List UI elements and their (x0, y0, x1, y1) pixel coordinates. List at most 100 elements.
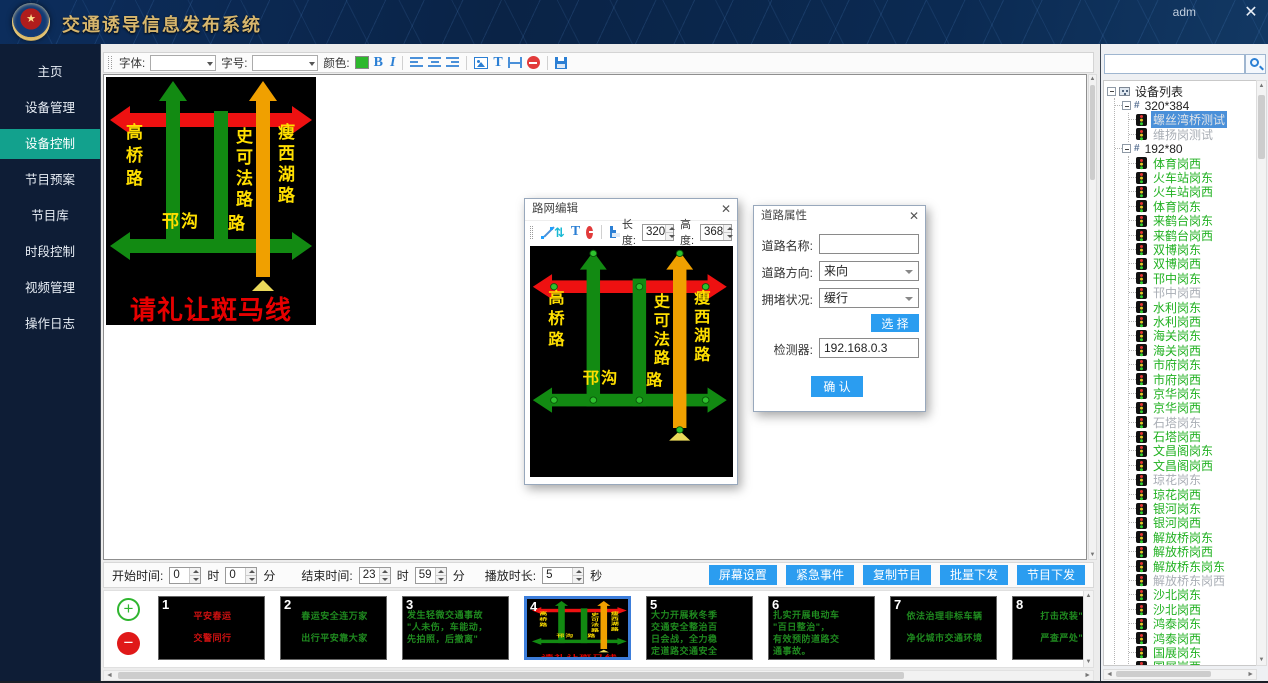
action-button-2[interactable]: 复制节目 (863, 565, 931, 585)
spin-down-icon[interactable] (380, 576, 390, 583)
program-thumbnail-4[interactable]: 4高桥路史可法路瘦西湖路邗沟路请礼让斑马线 (524, 596, 631, 660)
spin-down-icon[interactable] (573, 576, 583, 583)
close-icon[interactable]: ✕ (909, 206, 919, 227)
device-item-0-1[interactable]: 维扬岗测试 (1129, 127, 1256, 141)
save-icon[interactable] (555, 57, 567, 69)
spin-up-icon[interactable] (380, 568, 390, 576)
confirm-button[interactable]: 确 认 (811, 376, 863, 397)
program-thumbnail-1[interactable]: 1平安春运交警同行 (158, 596, 265, 660)
spin-up-icon[interactable] (666, 225, 673, 233)
bold-button[interactable]: B (374, 55, 383, 71)
start-hour-spinner[interactable]: 0 (169, 567, 201, 584)
dialog-titlebar[interactable]: 路网编辑 ✕ (525, 199, 737, 220)
action-button-3[interactable]: 批量下发 (940, 565, 1008, 585)
spin-up-icon[interactable] (573, 568, 583, 576)
road-network-canvas[interactable]: 高桥路史可法路瘦西湖路邗沟路 (530, 246, 733, 477)
scrollbar-thumb[interactable] (1116, 671, 1211, 677)
remove-program-button[interactable]: − (117, 632, 140, 655)
thumbnails-horizontal-scrollbar[interactable]: ◄ ► (103, 670, 1094, 681)
spinner-arrows[interactable] (245, 568, 256, 583)
action-button-4[interactable]: 节目下发 (1017, 565, 1085, 585)
spin-down-icon[interactable] (190, 576, 200, 583)
sidebar-item-6[interactable]: 视频管理 (0, 273, 100, 303)
stop-icon[interactable] (527, 56, 540, 69)
road-width-icon[interactable] (508, 57, 522, 68)
arrow-tool-icon[interactable]: ⇅ (554, 226, 565, 239)
start-minute-spinner[interactable]: 0 (225, 567, 257, 584)
scroll-down-icon[interactable]: ▼ (1089, 552, 1096, 558)
toolbar-grip[interactable] (108, 56, 112, 69)
collapse-icon[interactable] (1107, 87, 1116, 96)
align-right-icon[interactable] (446, 57, 459, 68)
detector-input[interactable] (819, 338, 919, 358)
close-icon[interactable]: ✕ (721, 199, 731, 220)
save-icon[interactable] (610, 226, 616, 238)
scroll-up-icon[interactable]: ▲ (1089, 76, 1096, 82)
text-tool-icon[interactable]: T (493, 55, 502, 71)
canvas-vertical-scrollbar[interactable]: ▲ ▼ (1088, 74, 1097, 560)
text-tool-icon[interactable]: T (571, 224, 580, 240)
device-item-1-35[interactable]: 国展岗西 (1129, 660, 1256, 666)
sidebar-item-3[interactable]: 节目预案 (0, 165, 100, 195)
toolbar-grip[interactable] (530, 226, 533, 239)
spin-down-icon[interactable] (724, 233, 731, 240)
tree-root[interactable]: 设备列表 (1107, 84, 1256, 98)
sidebar-item-5[interactable]: 时段控制 (0, 237, 100, 267)
sidebar-item-0[interactable]: 主页 (0, 57, 100, 87)
user-menu[interactable]: adm (1173, 5, 1196, 19)
road-network-diagram[interactable]: 高桥路史可法路瘦西湖路邗沟路 (530, 248, 731, 471)
stop-icon[interactable] (586, 226, 593, 239)
spin-down-icon[interactable] (436, 576, 446, 583)
scrollbar-thumb[interactable] (118, 672, 904, 679)
insert-image-icon[interactable] (474, 57, 488, 69)
program-thumbnail-6[interactable]: 6扎实开展电动车"百日整治"，有效预防道路交通事故。 (768, 596, 875, 660)
close-icon[interactable]: ✕ (1242, 2, 1260, 22)
program-thumbnail-8[interactable]: 8打击改装"炸严查严处"机 (1012, 596, 1094, 660)
scroll-up-icon[interactable]: ▲ (1084, 593, 1093, 599)
thumbnails-vertical-scrollbar[interactable]: ▲ ▼ (1083, 591, 1093, 667)
sidebar-item-2[interactable]: 设备控制 (0, 129, 100, 159)
spinner-arrows[interactable] (379, 568, 390, 583)
color-swatch[interactable] (355, 56, 369, 69)
font-size-select[interactable] (252, 55, 318, 71)
scrollbar-thumb[interactable] (1258, 95, 1265, 159)
traffic-sign-preview[interactable]: 高桥路史可法路瘦西湖路邗沟路请礼让斑马线 (106, 77, 316, 325)
italic-button[interactable]: I (390, 55, 395, 71)
scroll-right-icon[interactable]: ► (1247, 670, 1254, 679)
spinner-arrows[interactable] (665, 225, 673, 240)
add-program-button[interactable]: + (117, 598, 140, 621)
tree-vertical-scrollbar[interactable]: ▲ ▼ (1256, 80, 1267, 666)
font-select[interactable] (150, 55, 216, 71)
collapse-icon[interactable] (1122, 101, 1131, 110)
scroll-left-icon[interactable]: ◄ (1106, 670, 1113, 679)
scroll-down-icon[interactable]: ▼ (1257, 657, 1266, 663)
align-center-icon[interactable] (428, 57, 441, 68)
device-search-input[interactable] (1104, 54, 1245, 74)
program-thumbnail-5[interactable]: 5大力开展秋冬季交通安全整治百日会战，全力稳定道路交通安全形势！ (646, 596, 753, 660)
end-hour-spinner[interactable]: 23 (359, 567, 391, 584)
collapse-icon[interactable] (1122, 144, 1131, 153)
spinner-arrows[interactable] (189, 568, 200, 583)
spin-up-icon[interactable] (724, 225, 731, 233)
duration-spinner[interactable]: 5 (542, 567, 584, 584)
scroll-down-icon[interactable]: ▼ (1084, 659, 1093, 665)
program-thumbnail-2[interactable]: 2春运安全连万家出行平安靠大家 (280, 596, 387, 660)
road-name-input[interactable] (819, 234, 919, 254)
spin-up-icon[interactable] (190, 568, 200, 576)
sidebar-item-1[interactable]: 设备管理 (0, 93, 100, 123)
select-button[interactable]: 选 择 (871, 314, 919, 332)
length-spinner[interactable]: 320 (642, 224, 674, 241)
action-button-1[interactable]: 紧急事件 (786, 565, 854, 585)
program-thumbnail-3[interactable]: 3发生轻微交通事故"人未伤，车能动，先拍照，后撤离" (402, 596, 509, 660)
action-button-0[interactable]: 屏幕设置 (709, 565, 777, 585)
spinner-arrows[interactable] (435, 568, 446, 583)
draw-line-icon[interactable] (541, 226, 548, 239)
scrollbar-thumb[interactable] (1090, 85, 1095, 180)
spinner-arrows[interactable] (572, 568, 583, 583)
dialog-titlebar[interactable]: 道路属性 ✕ (754, 206, 925, 227)
scroll-left-icon[interactable]: ◄ (106, 671, 113, 681)
spin-up-icon[interactable] (246, 568, 256, 576)
search-button[interactable] (1245, 54, 1266, 74)
sidebar-item-7[interactable]: 操作日志 (0, 309, 100, 339)
height-spinner[interactable]: 368 (700, 224, 732, 241)
